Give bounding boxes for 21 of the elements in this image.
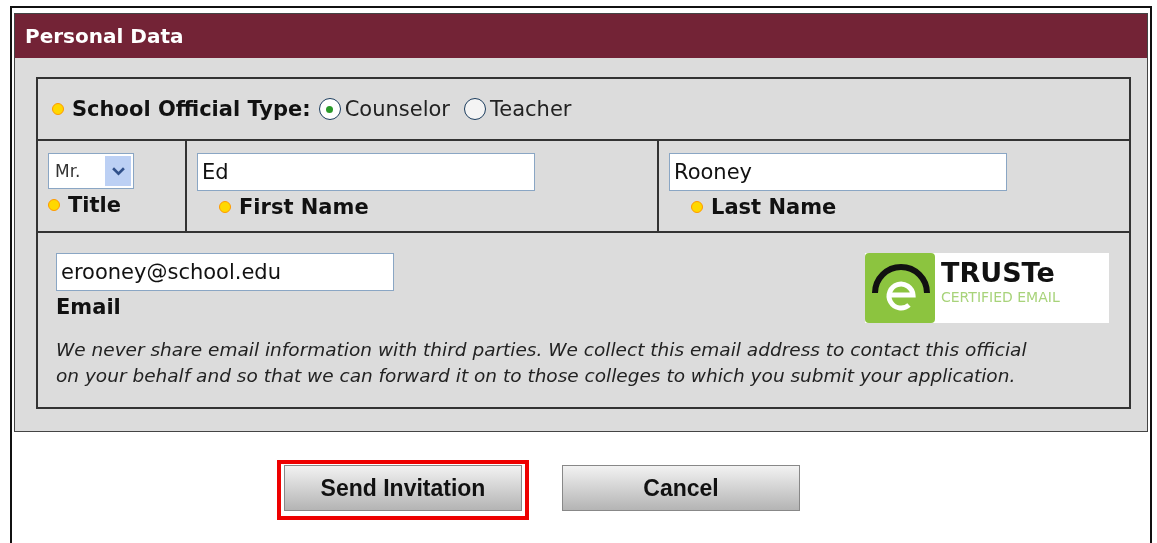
seal-name: TRUSTe (941, 257, 1056, 289)
text-field[interactable]: Rooney (669, 153, 1007, 191)
seal-caption: CERTIFIED EMAIL (941, 289, 1060, 305)
required-dot-icon (52, 103, 64, 115)
email-field[interactable]: erooney@school.edu (56, 253, 394, 291)
privacy-note: We never share email information with third parties. We collect this email address to contact this official on your behalf and so that we can forward it on to those colleges to which you submit your application. (56, 338, 1028, 388)
radio-option[interactable]: Counselor (318, 97, 450, 121)
title-select[interactable]: Mr. (48, 153, 134, 189)
required-dot-icon (48, 199, 60, 211)
required-dot-icon (691, 201, 703, 213)
required-dot-icon (219, 201, 231, 213)
field-label: Email (56, 295, 121, 319)
radio-option[interactable]: Teacher (464, 97, 572, 121)
action-button[interactable]: Send Invitation (284, 465, 522, 511)
field-label: Last Name (711, 195, 837, 219)
field-label: First Name (239, 195, 369, 219)
panel-title: Personal Data (25, 24, 184, 48)
text-field[interactable]: Ed (197, 153, 535, 191)
field-label: Title (68, 193, 121, 217)
action-button[interactable]: Cancel (562, 465, 800, 511)
field-label: School Official Type: (72, 97, 311, 121)
